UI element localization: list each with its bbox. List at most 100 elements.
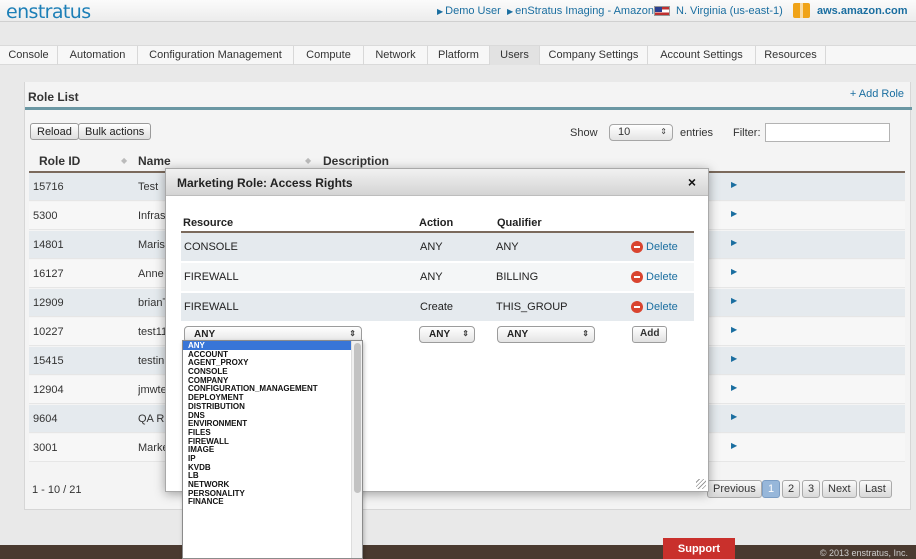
row-arrow-icon[interactable]: ▶ <box>731 354 737 363</box>
resource-dropdown-list[interactable]: ANY ACCOUNT AGENT_PROXY CONSOLE COMPANY … <box>182 340 363 559</box>
copyright: © 2013 enstratus, Inc. <box>819 548 908 558</box>
row-arrow-icon[interactable]: ▶ <box>731 238 737 247</box>
select-arrows-icon: ⇕ <box>462 329 469 338</box>
dropdown-option[interactable]: CONSOLE <box>183 367 362 376</box>
support-button[interactable]: Support <box>663 538 735 559</box>
nav-resources[interactable]: Resources <box>756 46 826 65</box>
page-1-button[interactable]: 1 <box>762 480 781 498</box>
select-arrows-icon: ⇕ <box>582 329 589 338</box>
resize-grip-icon[interactable] <box>696 479 706 489</box>
pagination-info: 1 - 10 / 21 <box>32 484 82 496</box>
row-arrow-icon[interactable]: ▶ <box>731 180 737 189</box>
role-id: 15716 <box>33 181 64 193</box>
dropdown-option[interactable]: IMAGE <box>183 445 362 454</box>
panel-title: Role List <box>28 90 79 104</box>
filter-input[interactable] <box>765 123 890 142</box>
nav-compute[interactable]: Compute <box>294 46 364 65</box>
dialog-header[interactable]: Marketing Role: Access Rights × <box>166 169 708 196</box>
role-name: Marke <box>138 442 168 454</box>
delete-link[interactable]: Delete <box>646 271 678 283</box>
role-id: 12909 <box>33 297 64 309</box>
nav-automation[interactable]: Automation <box>58 46 138 65</box>
qualifier-select-value: ANY <box>507 329 529 340</box>
dropdown-option[interactable]: IP <box>183 454 362 463</box>
filter-label: Filter: <box>733 127 761 139</box>
enstratus-logo[interactable]: enstratus <box>6 1 91 23</box>
row-arrow-icon[interactable]: ▶ <box>731 267 737 276</box>
nav-configuration-management[interactable]: Configuration Management <box>138 46 294 65</box>
row-arrow-icon[interactable]: ▶ <box>731 209 737 218</box>
column-header-role-id[interactable]: Role ID <box>39 154 80 168</box>
dropdown-option[interactable]: FILES <box>183 428 362 437</box>
triangle-right-icon: ▶ <box>507 7 514 16</box>
row-arrow-icon[interactable]: ▶ <box>731 325 737 334</box>
rule-resource: CONSOLE <box>184 241 238 253</box>
role-name: testin <box>138 355 165 367</box>
last-page-button[interactable]: Last <box>859 480 892 498</box>
action-select-value: ANY <box>429 329 451 340</box>
dropdown-option[interactable]: FIREWALL <box>183 437 362 446</box>
top-header: enstratus ▶ Demo User ▶ enStratus Imaging … <box>0 0 916 23</box>
region-context-menu[interactable]: ▶ enStratus Imaging - Amazon <box>507 5 654 17</box>
page-size-select[interactable]: 10 ⇕ <box>609 124 673 141</box>
row-arrow-icon[interactable]: ▶ <box>731 441 737 450</box>
dropdown-option[interactable]: NETWORK <box>183 480 362 489</box>
nav-network[interactable]: Network <box>364 46 428 65</box>
reload-button[interactable]: Reload <box>30 123 79 140</box>
column-header-description[interactable]: Description <box>323 154 389 168</box>
dropdown-option[interactable]: FINANCE <box>183 497 362 507</box>
cloud-link[interactable]: aws.amazon.com <box>817 5 907 17</box>
dropdown-option[interactable]: CONFIGURATION_MANAGEMENT <box>183 384 362 394</box>
region-menu[interactable]: N. Virginia (us-east-1) <box>676 5 783 17</box>
dropdown-option[interactable]: COMPANY <box>183 376 362 385</box>
page-2-button[interactable]: 2 <box>782 480 801 498</box>
dropdown-option[interactable]: KVDB <box>183 463 362 472</box>
row-arrow-icon[interactable]: ▶ <box>731 412 737 421</box>
qualifier-select[interactable]: ANY ⇕ <box>497 326 595 343</box>
sort-icon[interactable]: ◆ <box>305 156 311 165</box>
dropdown-option[interactable]: ANY <box>183 341 362 350</box>
page-3-button[interactable]: 3 <box>802 480 821 498</box>
close-icon[interactable]: × <box>688 174 696 190</box>
nav-console[interactable]: Console <box>0 46 58 65</box>
sort-icon[interactable]: ◆ <box>121 156 127 165</box>
add-rule-button[interactable]: Add <box>632 326 668 343</box>
delete-icon[interactable] <box>631 271 643 283</box>
dropdown-option[interactable]: ACCOUNT <box>183 350 362 359</box>
rule-action: Create <box>420 301 454 313</box>
previous-page-button[interactable]: Previous <box>707 480 762 498</box>
scrollbar-thumb[interactable] <box>354 343 361 493</box>
dropdown-option[interactable]: DEPLOYMENT <box>183 393 362 402</box>
dropdown-option[interactable]: PERSONALITY <box>183 489 362 498</box>
rule-resource: FIREWALL <box>184 271 239 283</box>
nav-users[interactable]: Users <box>490 46 540 65</box>
delete-icon[interactable] <box>631 301 643 313</box>
next-page-button[interactable]: Next <box>822 480 857 498</box>
row-arrow-icon[interactable]: ▶ <box>731 383 737 392</box>
add-role-link[interactable]: + Add Role <box>850 88 904 100</box>
role-name: Test <box>138 181 159 193</box>
dropdown-option[interactable]: ENVIRONMENT <box>183 419 362 428</box>
row-arrow-icon[interactable]: ▶ <box>731 296 737 305</box>
nav-platform[interactable]: Platform <box>428 46 490 65</box>
access-rule-row: FIREWALL ANY BILLING Delete <box>181 263 694 292</box>
dropdown-scrollbar[interactable] <box>351 341 362 558</box>
dropdown-option[interactable]: AGENT_PROXY <box>183 358 362 368</box>
user-menu[interactable]: ▶ Demo User <box>437 5 501 17</box>
dropdown-option[interactable]: DNS <box>183 411 362 420</box>
bulk-actions-button[interactable]: Bulk actions <box>78 123 152 140</box>
delete-link[interactable]: Delete <box>646 301 678 313</box>
dropdown-option[interactable]: LB <box>183 471 362 480</box>
role-id: 14801 <box>33 239 64 251</box>
dropdown-option[interactable]: DISTRIBUTION <box>183 402 362 411</box>
delete-link[interactable]: Delete <box>646 241 678 253</box>
delete-icon[interactable] <box>631 241 643 253</box>
column-header-qualifier: Qualifier <box>497 217 542 229</box>
rule-qualifier: BILLING <box>496 271 539 283</box>
nav-company-settings[interactable]: Company Settings <box>540 46 648 65</box>
panel-divider <box>25 107 912 110</box>
column-header-name[interactable]: Name <box>138 154 171 168</box>
nav-account-settings[interactable]: Account Settings <box>648 46 756 65</box>
dialog-title: Marketing Role: Access Rights <box>177 176 353 190</box>
action-select[interactable]: ANY ⇕ <box>419 326 475 343</box>
